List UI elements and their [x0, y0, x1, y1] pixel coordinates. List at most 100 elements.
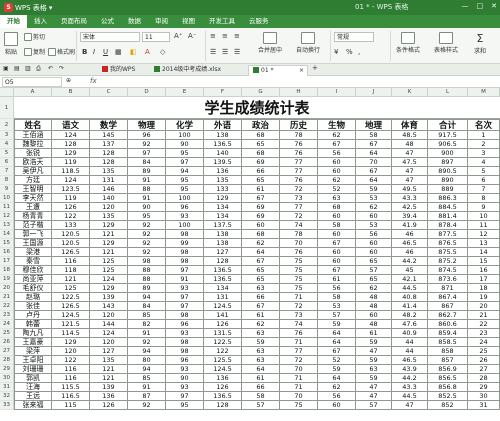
table-cell[interactable]: 134 [204, 203, 242, 212]
align-left-icon[interactable]: ☰ [210, 48, 216, 56]
table-cell[interactable]: 98 [166, 230, 204, 239]
row-header[interactable]: 26 [0, 338, 14, 347]
table-cell[interactable]: 48 [356, 293, 392, 302]
table-cell[interactable]: 27 [468, 365, 500, 374]
table-cell[interactable]: 133 [52, 221, 90, 230]
table-cell[interactable]: 赵璐 [14, 293, 52, 302]
table-cell[interactable]: 62 [356, 284, 392, 293]
table-cell[interactable]: 91 [128, 329, 166, 338]
row-header[interactable]: 11 [0, 203, 14, 212]
table-cell[interactable]: 146 [90, 185, 128, 194]
table-cell[interactable]: 71 [280, 383, 318, 392]
row-header[interactable]: 20 [0, 284, 14, 293]
table-cell[interactable]: 46 [392, 230, 428, 239]
table-cell[interactable]: 136 [204, 167, 242, 176]
table-cell[interactable]: 56 [318, 284, 356, 293]
row-header[interactable]: 9 [0, 185, 14, 194]
table-cell[interactable]: 67 [318, 266, 356, 275]
table-cell[interactable]: 90 [166, 374, 204, 383]
table-cell[interactable]: 72 [280, 185, 318, 194]
table-cell[interactable]: 93 [166, 365, 204, 374]
table-cell[interactable]: 韩蕾 [14, 320, 52, 329]
column-header[interactable]: E [166, 88, 204, 97]
table-cell[interactable]: 欧浩天 [14, 158, 52, 167]
table-cell[interactable]: 59 [356, 185, 392, 194]
table-cell[interactable]: 43.3 [392, 194, 428, 203]
table-cell[interactable]: 124.5 [52, 311, 90, 320]
table-cell[interactable]: 122.5 [204, 338, 242, 347]
table-cell[interactable]: 93 [166, 383, 204, 392]
table-cell[interactable]: 66 [242, 383, 280, 392]
table-cell[interactable]: 67 [242, 257, 280, 266]
table-cell[interactable]: 王国源 [14, 239, 52, 248]
table-cell[interactable]: 94 [166, 167, 204, 176]
table-cell[interactable]: 46.5 [392, 239, 428, 248]
table-cell[interactable]: 44.2 [392, 374, 428, 383]
table-cell[interactable]: 19 [468, 293, 500, 302]
table-cell[interactable]: 852.5 [428, 392, 468, 401]
table-cell[interactable]: 135 [204, 176, 242, 185]
table-cell[interactable]: 126.5 [52, 248, 90, 257]
table-cell[interactable]: 73 [280, 194, 318, 203]
table-cell[interactable]: 张锐 [14, 149, 52, 158]
table-cell[interactable]: 4 [468, 158, 500, 167]
table-cell[interactable]: 906.5 [428, 140, 468, 149]
table-cell[interactable]: 129 [204, 194, 242, 203]
table-cell[interactable]: 59 [356, 374, 392, 383]
table-cell[interactable]: 76 [280, 248, 318, 257]
format-painter-button[interactable]: 格式刷 [48, 47, 75, 56]
table-cell[interactable]: 143 [90, 302, 128, 311]
table-cell[interactable]: 71 [280, 293, 318, 302]
table-cell[interactable]: 56 [356, 230, 392, 239]
table-cell[interactable]: 131 [90, 176, 128, 185]
table-cell[interactable]: 59 [356, 356, 392, 365]
table-cell[interactable]: 124 [52, 131, 90, 140]
table-cell[interactable]: 67 [318, 239, 356, 248]
table-cell[interactable]: 136.5 [204, 266, 242, 275]
table-cell[interactable]: 97 [166, 392, 204, 401]
table-cell[interactable]: 96 [166, 320, 204, 329]
table-cell[interactable]: 47 [392, 167, 428, 176]
close-tab-icon[interactable]: × [299, 66, 304, 76]
row-header[interactable]: 7 [0, 167, 14, 176]
table-header-cell[interactable]: 化学 [166, 119, 204, 131]
table-cell[interactable]: 120.5 [52, 230, 90, 239]
table-cell[interactable]: 116.5 [52, 392, 90, 401]
new-file-icon[interactable]: ▣ [3, 65, 9, 72]
table-cell[interactable]: 60 [318, 230, 356, 239]
bold-button[interactable]: B [82, 48, 87, 56]
table-cell[interactable]: 126 [204, 320, 242, 329]
table-cell[interactable]: 59 [318, 365, 356, 374]
table-header-cell[interactable]: 外语 [204, 119, 242, 131]
table-cell[interactable]: 98 [166, 338, 204, 347]
conditional-format-button[interactable]: 条件格式 [396, 32, 420, 54]
table-cell[interactable]: 7 [468, 185, 500, 194]
table-cell[interactable]: 125 [90, 257, 128, 266]
table-cell[interactable]: 67 [242, 302, 280, 311]
row-header[interactable]: 13 [0, 221, 14, 230]
table-cell[interactable]: 13 [468, 239, 500, 248]
row-header[interactable]: 8 [0, 176, 14, 185]
table-cell[interactable]: 57 [318, 311, 356, 320]
table-cell[interactable]: 97 [128, 149, 166, 158]
table-cell[interactable]: 63 [242, 329, 280, 338]
column-header[interactable]: G [242, 88, 280, 97]
table-cell[interactable]: 31 [468, 401, 500, 410]
table-cell[interactable]: 852 [428, 401, 468, 410]
table-cell[interactable]: 44.2 [392, 257, 428, 266]
table-cell[interactable]: 75 [280, 275, 318, 284]
table-cell[interactable]: 67 [242, 194, 280, 203]
table-cell[interactable]: 46.5 [392, 356, 428, 365]
column-header[interactable]: C [90, 88, 128, 97]
table-cell[interactable]: 郭凯 [14, 374, 52, 383]
table-cell[interactable]: 76 [280, 149, 318, 158]
table-cell[interactable]: 121 [52, 275, 90, 284]
table-cell[interactable]: 40.9 [392, 329, 428, 338]
table-cell[interactable]: 131 [204, 293, 242, 302]
close-button[interactable]: ✕ [491, 2, 497, 10]
table-cell[interactable]: 62 [242, 239, 280, 248]
table-cell[interactable]: 890.5 [428, 167, 468, 176]
table-cell[interactable]: 97 [166, 266, 204, 275]
table-header-cell[interactable]: 生物 [318, 119, 356, 131]
table-cell[interactable]: 135 [90, 356, 128, 365]
